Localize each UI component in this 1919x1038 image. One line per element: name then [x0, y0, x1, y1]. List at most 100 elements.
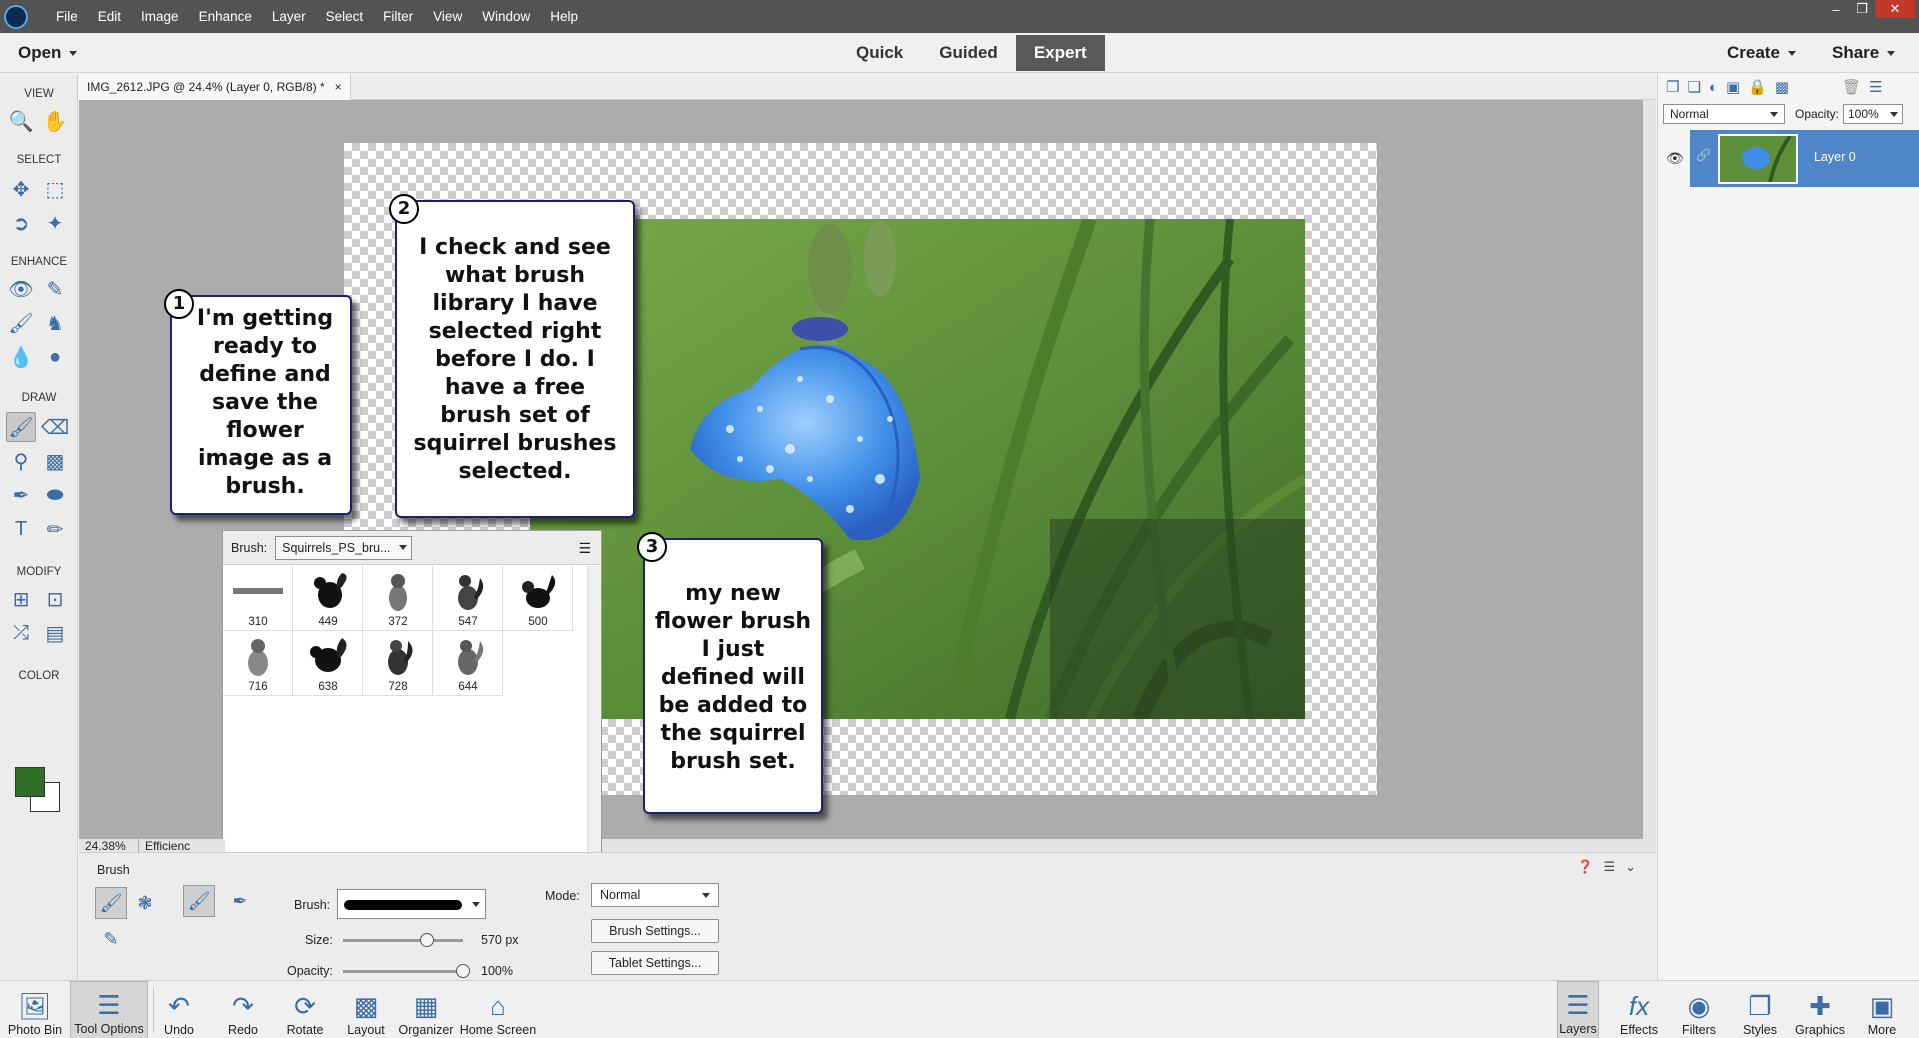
brush-library-select[interactable]: Squirrels_PS_bru... — [275, 535, 413, 560]
photo-bin-button[interactable]: 🖼 Photo Bin — [4, 981, 66, 1038]
pen-pressure-icon[interactable]: ✒ — [224, 885, 256, 917]
layout-button[interactable]: ▩ Layout — [344, 981, 388, 1038]
blur-tool-icon[interactable]: 💧 — [6, 342, 36, 372]
content-aware-move-tool-icon[interactable]: ⤮ — [6, 618, 36, 648]
brush-tool-icon[interactable]: 🖌 — [6, 412, 36, 442]
tablet-settings-button[interactable]: Tablet Settings... — [591, 951, 719, 975]
brush-preset[interactable]: 500 — [503, 566, 573, 631]
layer-blend-mode-select[interactable]: Normal — [1663, 104, 1785, 124]
layer-mask-icon[interactable]: ▣ — [1726, 78, 1740, 96]
magic-wand-tool-icon[interactable]: ✦ — [40, 208, 70, 238]
trash-icon[interactable]: 🗑 — [1842, 78, 1861, 96]
adjustment-layer-icon[interactable]: ◐ — [1709, 79, 1718, 96]
layer-row[interactable]: 🔗 Layer 0 — [1690, 130, 1919, 187]
effects-button[interactable]: fx Effects — [1614, 981, 1664, 1038]
document-tab[interactable]: IMG_2612.JPG @ 24.4% (Layer 0, RGB/8) * … — [79, 74, 351, 100]
ellipse-tool-icon[interactable]: ⬬ — [40, 480, 70, 510]
more-button[interactable]: ▣ More — [1862, 981, 1902, 1038]
eyedropper-tool-icon[interactable]: ✒ — [6, 480, 36, 510]
hand-tool-icon[interactable]: ✋ — [40, 106, 70, 136]
pencil-tool-icon[interactable]: ✏ — [40, 514, 70, 544]
blend-mode-select[interactable]: Normal — [591, 883, 719, 907]
menu-enhance[interactable]: Enhance — [189, 0, 262, 33]
create-button[interactable]: Create — [1727, 33, 1796, 73]
brush-preset[interactable]: 449 — [293, 566, 363, 631]
styles-button[interactable]: ❐ Styles — [1738, 981, 1782, 1038]
opacity-slider[interactable] — [343, 970, 463, 973]
lock-transparency-icon[interactable]: ▩ — [1775, 78, 1789, 96]
vertical-scrollbar[interactable] — [1643, 100, 1656, 839]
redo-button[interactable]: ↷ Redo — [222, 981, 264, 1038]
straighten-tool-icon[interactable]: ▤ — [40, 618, 70, 648]
menu-help[interactable]: Help — [540, 0, 588, 33]
type-tool-icon[interactable]: T — [6, 514, 36, 544]
size-slider-thumb[interactable] — [420, 933, 434, 947]
zoom-tool-icon[interactable]: 🔍 — [6, 106, 36, 136]
rotate-button[interactable]: ⟳ Rotate — [282, 981, 328, 1038]
layer-opacity-field[interactable]: 100% — [1843, 104, 1903, 124]
crop-tool-icon[interactable]: ⊞ — [6, 584, 36, 614]
close-icon[interactable]: ✕ — [1875, 0, 1915, 18]
gradient-tool-icon[interactable]: ▩ — [40, 446, 70, 476]
tab-quick[interactable]: Quick — [838, 35, 921, 71]
chevron-down-icon[interactable]: ⌄ — [1625, 859, 1636, 875]
smart-brush-tool-icon[interactable]: 🖌 — [6, 308, 36, 338]
brush-preset[interactable]: 728 — [363, 631, 433, 696]
tool-options-button[interactable]: ☰ Tool Options — [70, 981, 148, 1038]
brush-preset[interactable]: 372 — [363, 566, 433, 631]
color-replacement-icon[interactable]: ✎ — [95, 923, 127, 955]
close-icon[interactable]: × — [335, 80, 342, 94]
lock-all-icon[interactable]: 🔒 — [1748, 78, 1767, 96]
marquee-tool-icon[interactable]: ⬚ — [40, 174, 70, 204]
brush-preset[interactable]: 644 — [433, 631, 503, 696]
layers-button[interactable]: ☰ Layers — [1557, 981, 1599, 1038]
panel-menu-icon[interactable]: ☰ — [578, 540, 591, 557]
size-slider[interactable] — [343, 939, 463, 942]
brush-preset[interactable]: 638 — [293, 631, 363, 696]
minimize-icon[interactable]: – — [1823, 0, 1849, 18]
help-icon[interactable]: ❓ — [1577, 859, 1593, 875]
move-tool-icon[interactable]: ✥ — [6, 174, 36, 204]
menu-select[interactable]: Select — [316, 0, 374, 33]
graphics-button[interactable]: ✚ Graphics — [1792, 981, 1848, 1038]
restore-icon[interactable]: ❐ — [1849, 0, 1875, 18]
eye-icon[interactable]: 👁 — [1666, 150, 1684, 167]
foreground-color-swatch[interactable] — [15, 767, 45, 797]
link-icon[interactable]: 🔗 — [1696, 148, 1711, 162]
new-layer-icon[interactable]: ❐ — [1666, 78, 1679, 96]
recompose-tool-icon[interactable]: ⊡ — [40, 584, 70, 614]
menu-view[interactable]: View — [423, 0, 472, 33]
brush-settings-button[interactable]: Brush Settings... — [591, 919, 719, 943]
lasso-tool-icon[interactable]: ➲ — [6, 208, 36, 238]
filters-button[interactable]: ◉ Filters — [1676, 981, 1722, 1038]
airbrush-mode-icon[interactable]: 🖌 — [183, 885, 215, 917]
menu-layer[interactable]: Layer — [262, 0, 316, 33]
impressionist-brush-icon[interactable]: ❃ — [129, 887, 161, 919]
menu-filter[interactable]: Filter — [373, 0, 423, 33]
brush-preset[interactable]: 310 — [223, 566, 293, 631]
brush-preset[interactable]: 547 — [433, 566, 503, 631]
open-button[interactable]: Open — [18, 33, 78, 73]
brush-tool-icon[interactable]: 🖌 — [95, 887, 127, 919]
menu-window[interactable]: Window — [472, 0, 540, 33]
paint-bucket-tool-icon[interactable]: ⚲ — [6, 446, 36, 476]
tab-expert[interactable]: Expert — [1015, 35, 1105, 71]
organizer-button[interactable]: ▦ Organizer — [398, 981, 454, 1038]
eraser-tool-icon[interactable]: ⌫ — [40, 412, 70, 442]
new-group-icon[interactable]: ❏ — [1687, 78, 1700, 96]
home-screen-button[interactable]: ⌂ Home Screen — [458, 981, 538, 1038]
panel-menu-icon[interactable]: ☰ — [1603, 859, 1615, 875]
share-button[interactable]: Share — [1832, 33, 1896, 73]
menu-file[interactable]: File — [46, 0, 88, 33]
red-eye-tool-icon[interactable]: 👁 — [6, 274, 36, 304]
undo-button[interactable]: ↶ Undo — [158, 981, 200, 1038]
clone-stamp-tool-icon[interactable]: ♞ — [40, 308, 70, 338]
menu-image[interactable]: Image — [131, 0, 189, 33]
brush-picker-scrollbar[interactable] — [587, 566, 601, 884]
brush-preset[interactable]: 716 — [223, 631, 293, 696]
opacity-slider-thumb[interactable] — [456, 964, 470, 978]
brush-preset-picker[interactable] — [337, 889, 486, 919]
menu-edit[interactable]: Edit — [88, 0, 131, 33]
panel-menu-icon[interactable]: ☰ — [1869, 78, 1882, 96]
spot-healing-tool-icon[interactable]: ✎ — [40, 274, 70, 304]
